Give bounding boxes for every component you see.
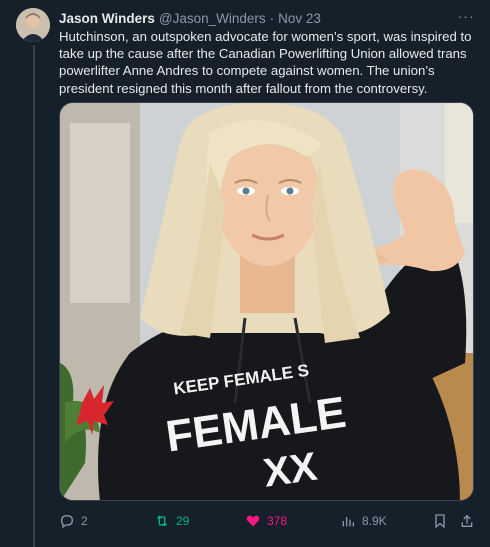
more-options-icon[interactable]: ··· — [456, 8, 476, 24]
share-icon — [461, 514, 473, 527]
reply-icon — [60, 514, 74, 529]
tweet-header: Jason Winders @Jason_Winders · Nov 23 — [59, 8, 470, 28]
thread-line — [33, 45, 35, 547]
tweet-date[interactable]: Nov 23 — [278, 11, 321, 26]
author-handle[interactable]: @Jason_Winders — [159, 11, 266, 26]
views-button[interactable]: 8.9K — [340, 510, 387, 532]
tweet-photo[interactable]: KEEP FEMALE S FEMALE XX — [59, 102, 474, 501]
like-count: 378 — [267, 514, 288, 528]
views-count: 8.9K — [362, 514, 387, 528]
shirt-text-line3: XX — [261, 445, 320, 496]
retweet-icon — [156, 515, 168, 527]
reply-count: 2 — [81, 514, 88, 528]
heart-icon — [246, 515, 260, 527]
author-name[interactable]: Jason Winders — [59, 11, 155, 26]
avatar[interactable] — [16, 8, 50, 42]
action-bar: 2 29 378 8.9K — [59, 510, 479, 532]
like-button[interactable]: 378 — [245, 510, 287, 532]
reply-button[interactable]: 2 — [59, 510, 88, 532]
bookmark-icon — [435, 514, 445, 529]
retweet-button[interactable]: 29 — [154, 510, 189, 532]
share-button[interactable] — [459, 510, 481, 532]
separator-dot: · — [269, 10, 275, 26]
bookmark-button[interactable] — [432, 510, 454, 532]
tweet-text: Hutchinson, an outspoken advocate for wo… — [59, 29, 472, 96]
retweet-count: 29 — [176, 514, 190, 528]
views-icon — [342, 517, 354, 527]
